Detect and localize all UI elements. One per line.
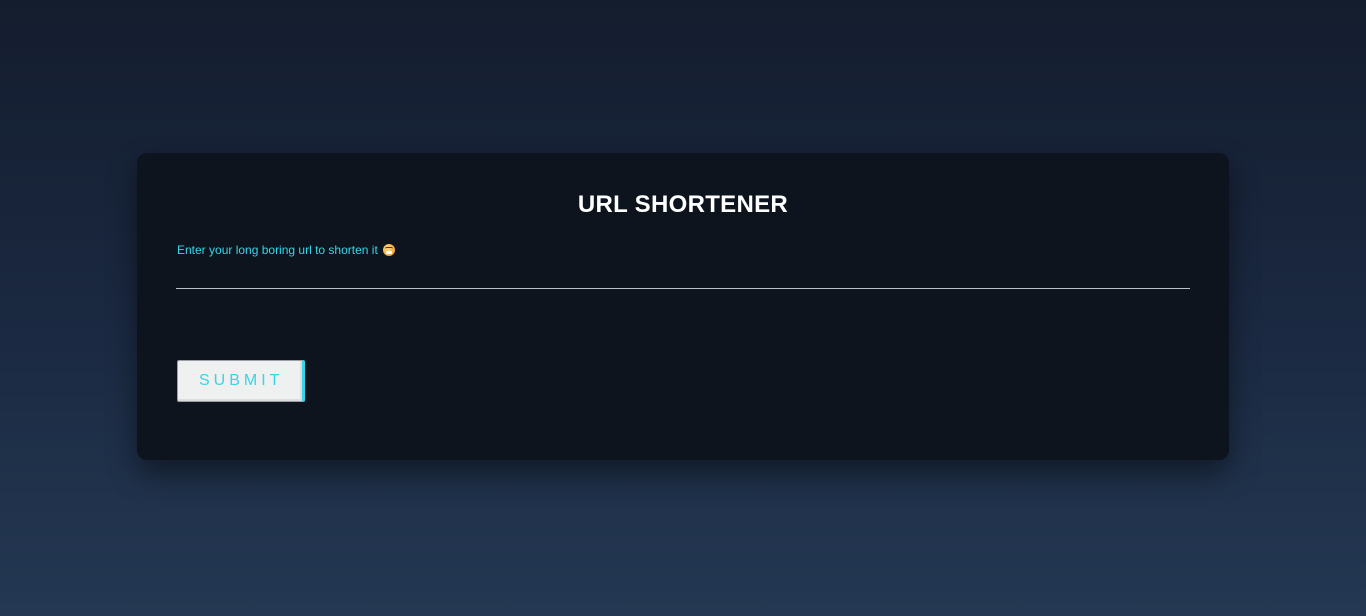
page-title: URL SHORTENER	[577, 191, 789, 218]
submit-button[interactable]: SUBMIT	[177, 360, 305, 402]
url-input[interactable]	[176, 263, 1190, 289]
url-input-label-text: Enter your long boring url to shorten it	[177, 243, 378, 257]
url-input-label: Enter your long boring url to shorten it	[177, 243, 395, 257]
grimacing-face-emoji-icon	[382, 244, 395, 256]
url-shortener-card: URL SHORTENER Enter your long boring url…	[137, 153, 1229, 460]
